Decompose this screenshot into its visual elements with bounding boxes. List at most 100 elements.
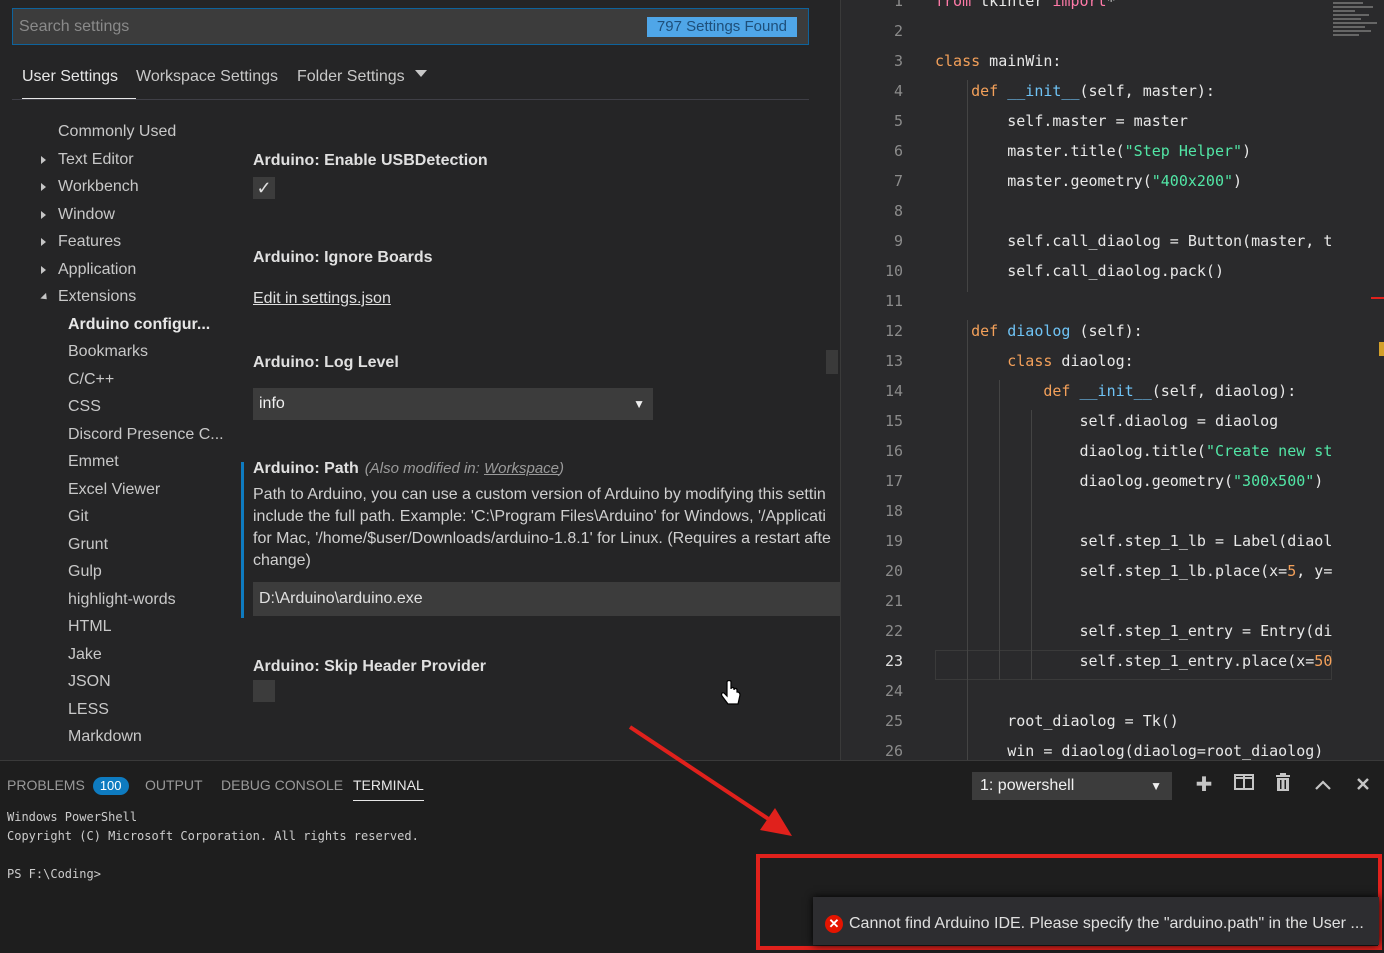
chevron-down-icon[interactable] — [40, 292, 50, 303]
code-line[interactable]: diaolog.geometry("300x500") — [935, 472, 1332, 490]
trash-icon[interactable] — [1271, 773, 1295, 797]
search-input[interactable] — [19, 15, 619, 39]
code-line[interactable]: from tkinter import* — [935, 0, 1332, 10]
toc-item[interactable]: Features — [12, 228, 240, 255]
toc-item[interactable]: Extensions — [12, 283, 240, 310]
toc-item[interactable]: highlight-words — [12, 586, 240, 613]
chevron-right-icon[interactable] — [41, 238, 46, 246]
code-line[interactable]: self.diaolog = diaolog — [935, 412, 1332, 430]
line-number: 26 — [884, 742, 903, 760]
add-terminal-icon[interactable]: ✚ — [1192, 773, 1216, 797]
toc-item[interactable]: Gulp — [12, 558, 240, 585]
toc-item[interactable]: Application — [12, 256, 240, 283]
code-line[interactable]: master.geometry("400x200") — [935, 172, 1332, 190]
code-line[interactable]: self.master = master — [935, 112, 1332, 130]
terminal-prompt[interactable]: PS F:\Coding> — [7, 867, 101, 881]
problems-count-badge: 100 — [92, 777, 129, 795]
toc-item-label: Workbench — [58, 178, 139, 195]
toc-item[interactable]: Arduino configur... — [12, 311, 240, 338]
workspace-link[interactable]: Workspace — [484, 460, 559, 477]
tab-problems[interactable]: PROBLEMS 100 — [7, 777, 129, 801]
tab-folder-settings[interactable]: Folder Settings — [297, 68, 427, 99]
code-line[interactable]: self.step_1_lb.place(x=5, y=5) — [935, 562, 1332, 580]
toc-item[interactable]: Grunt — [12, 531, 240, 558]
split-terminal-icon[interactable] — [1232, 773, 1256, 797]
toc-item[interactable]: Git — [12, 503, 240, 530]
toc-item[interactable]: Text Editor — [12, 146, 240, 173]
toc-item[interactable]: LESS — [12, 696, 240, 723]
arduino-path-input[interactable]: D:\Arduino\arduino.exe — [253, 582, 840, 616]
code-line[interactable]: def __init__(self, master): — [935, 82, 1332, 100]
code-line[interactable]: master.title("Step Helper") — [935, 142, 1332, 160]
toc-item[interactable]: CSS — [12, 393, 240, 420]
line-number: 25 — [884, 712, 903, 730]
code-editor[interactable]: 1 from tkinter import* 2 3 class mainWin: 4 d… — [840, 0, 1384, 760]
chevron-right-icon[interactable] — [41, 210, 46, 219]
toc-item[interactable]: Bookmarks — [12, 338, 240, 365]
toc-item[interactable]: JSON — [12, 668, 240, 695]
usb-detection-checkbox[interactable]: ✓ — [253, 177, 275, 199]
code-line[interactable]: win = diaolog(diaolog=root_diaolog) — [935, 742, 1332, 760]
error-notification[interactable]: ✕ Cannot find Arduino IDE. Please specif… — [813, 897, 1379, 945]
desc-line: change) — [253, 552, 311, 569]
chevron-right-icon[interactable] — [41, 155, 46, 164]
code-line[interactable]: self.call_diaolog = Button(master, t — [935, 232, 1332, 250]
setting-title-usb-detection: Arduino: Enable USBDetection — [253, 152, 488, 169]
toc-item-label: Git — [68, 508, 89, 525]
edit-in-settings-json-link[interactable]: Edit in settings.json — [253, 290, 391, 308]
toc-item-label: Window — [58, 205, 115, 223]
notification-message: Cannot find Arduino IDE. Please specify … — [849, 915, 1364, 932]
close-panel-icon[interactable] — [1351, 773, 1375, 797]
toc-item-label: Extensions — [58, 288, 137, 305]
code-line[interactable]: self.step_1_entry = Entry(di — [935, 622, 1332, 640]
toc-item[interactable]: Jake — [12, 641, 240, 668]
code-line[interactable]: class diaolog: — [935, 352, 1332, 370]
dropdown-arrow-icon: ▼ — [633, 397, 645, 411]
chevron-right-icon[interactable] — [41, 265, 46, 274]
maximize-panel-icon[interactable] — [1311, 773, 1335, 797]
minimap[interactable] — [1333, 0, 1384, 50]
setting-title-skip-header: Arduino: Skip Header Provider — [253, 658, 486, 675]
toc-item-label: Bookmarks — [68, 343, 149, 360]
search-box[interactable]: 797 Settings Found — [12, 8, 809, 45]
tab-terminal[interactable]: TERMINAL — [353, 777, 424, 801]
code-line[interactable]: self.step_1_lb = Label(diaolog — [935, 532, 1332, 550]
code-line[interactable]: def diaolog (self): — [935, 322, 1332, 340]
tab-output[interactable]: OUTPUT — [145, 777, 203, 801]
log-level-select[interactable]: info ▼ — [253, 388, 653, 420]
code-line[interactable]: diaolog.title("Create new ste — [935, 442, 1332, 460]
toc-item[interactable]: Window — [12, 201, 240, 228]
toc-item[interactable]: C/C++ — [12, 366, 240, 393]
skip-header-checkbox[interactable] — [253, 680, 275, 702]
toc-item[interactable]: Commonly Used — [12, 118, 240, 145]
line-number: 24 — [884, 682, 903, 700]
tab-debug-console[interactable]: DEBUG CONSOLE — [221, 777, 343, 801]
code-line[interactable]: def __init__(self, diaolog): — [935, 382, 1332, 400]
toc-item[interactable]: Markdown — [12, 723, 240, 750]
code-line[interactable]: root_diaolog = Tk() — [935, 712, 1332, 730]
error-icon: ✕ — [825, 915, 843, 933]
toc-item[interactable]: Emmet — [12, 448, 240, 475]
toc-item[interactable]: Discord Presence C... — [12, 421, 240, 448]
toc-item[interactable]: Workbench — [12, 173, 240, 200]
setting-title-ignore-boards: Arduino: Ignore Boards — [253, 249, 433, 266]
code-line[interactable]: self.call_diaolog.pack() — [935, 262, 1332, 280]
toc-item[interactable]: Excel Viewer — [12, 476, 240, 503]
tab-user-settings[interactable]: User Settings — [22, 68, 136, 99]
code-line[interactable]: class mainWin: — [935, 52, 1332, 70]
toc-item[interactable]: HTML — [12, 613, 240, 640]
chevron-down-icon[interactable] — [414, 70, 427, 77]
chevron-right-icon[interactable] — [41, 183, 46, 191]
also-modified-text: (Also modified in: — [364, 460, 484, 477]
toc-item-label: Application — [58, 260, 137, 278]
terminal-select[interactable]: 1: powershell ▼ — [972, 772, 1172, 800]
tab-workspace-settings[interactable]: Workspace Settings — [136, 68, 278, 99]
code-line[interactable]: self.step_1_entry.place(x=50 — [935, 652, 1332, 670]
line-number: 15 — [884, 412, 903, 430]
line-number: 17 — [884, 472, 903, 490]
setting-path-description: Path to Arduino, you can use a custom ve… — [253, 484, 840, 572]
dropdown-arrow-icon: ▼ — [1150, 779, 1162, 793]
settings-found-badge: 797 Settings Found — [646, 17, 797, 37]
scrollbar-thumb[interactable] — [826, 350, 838, 374]
problems-label: PROBLEMS — [7, 777, 85, 793]
